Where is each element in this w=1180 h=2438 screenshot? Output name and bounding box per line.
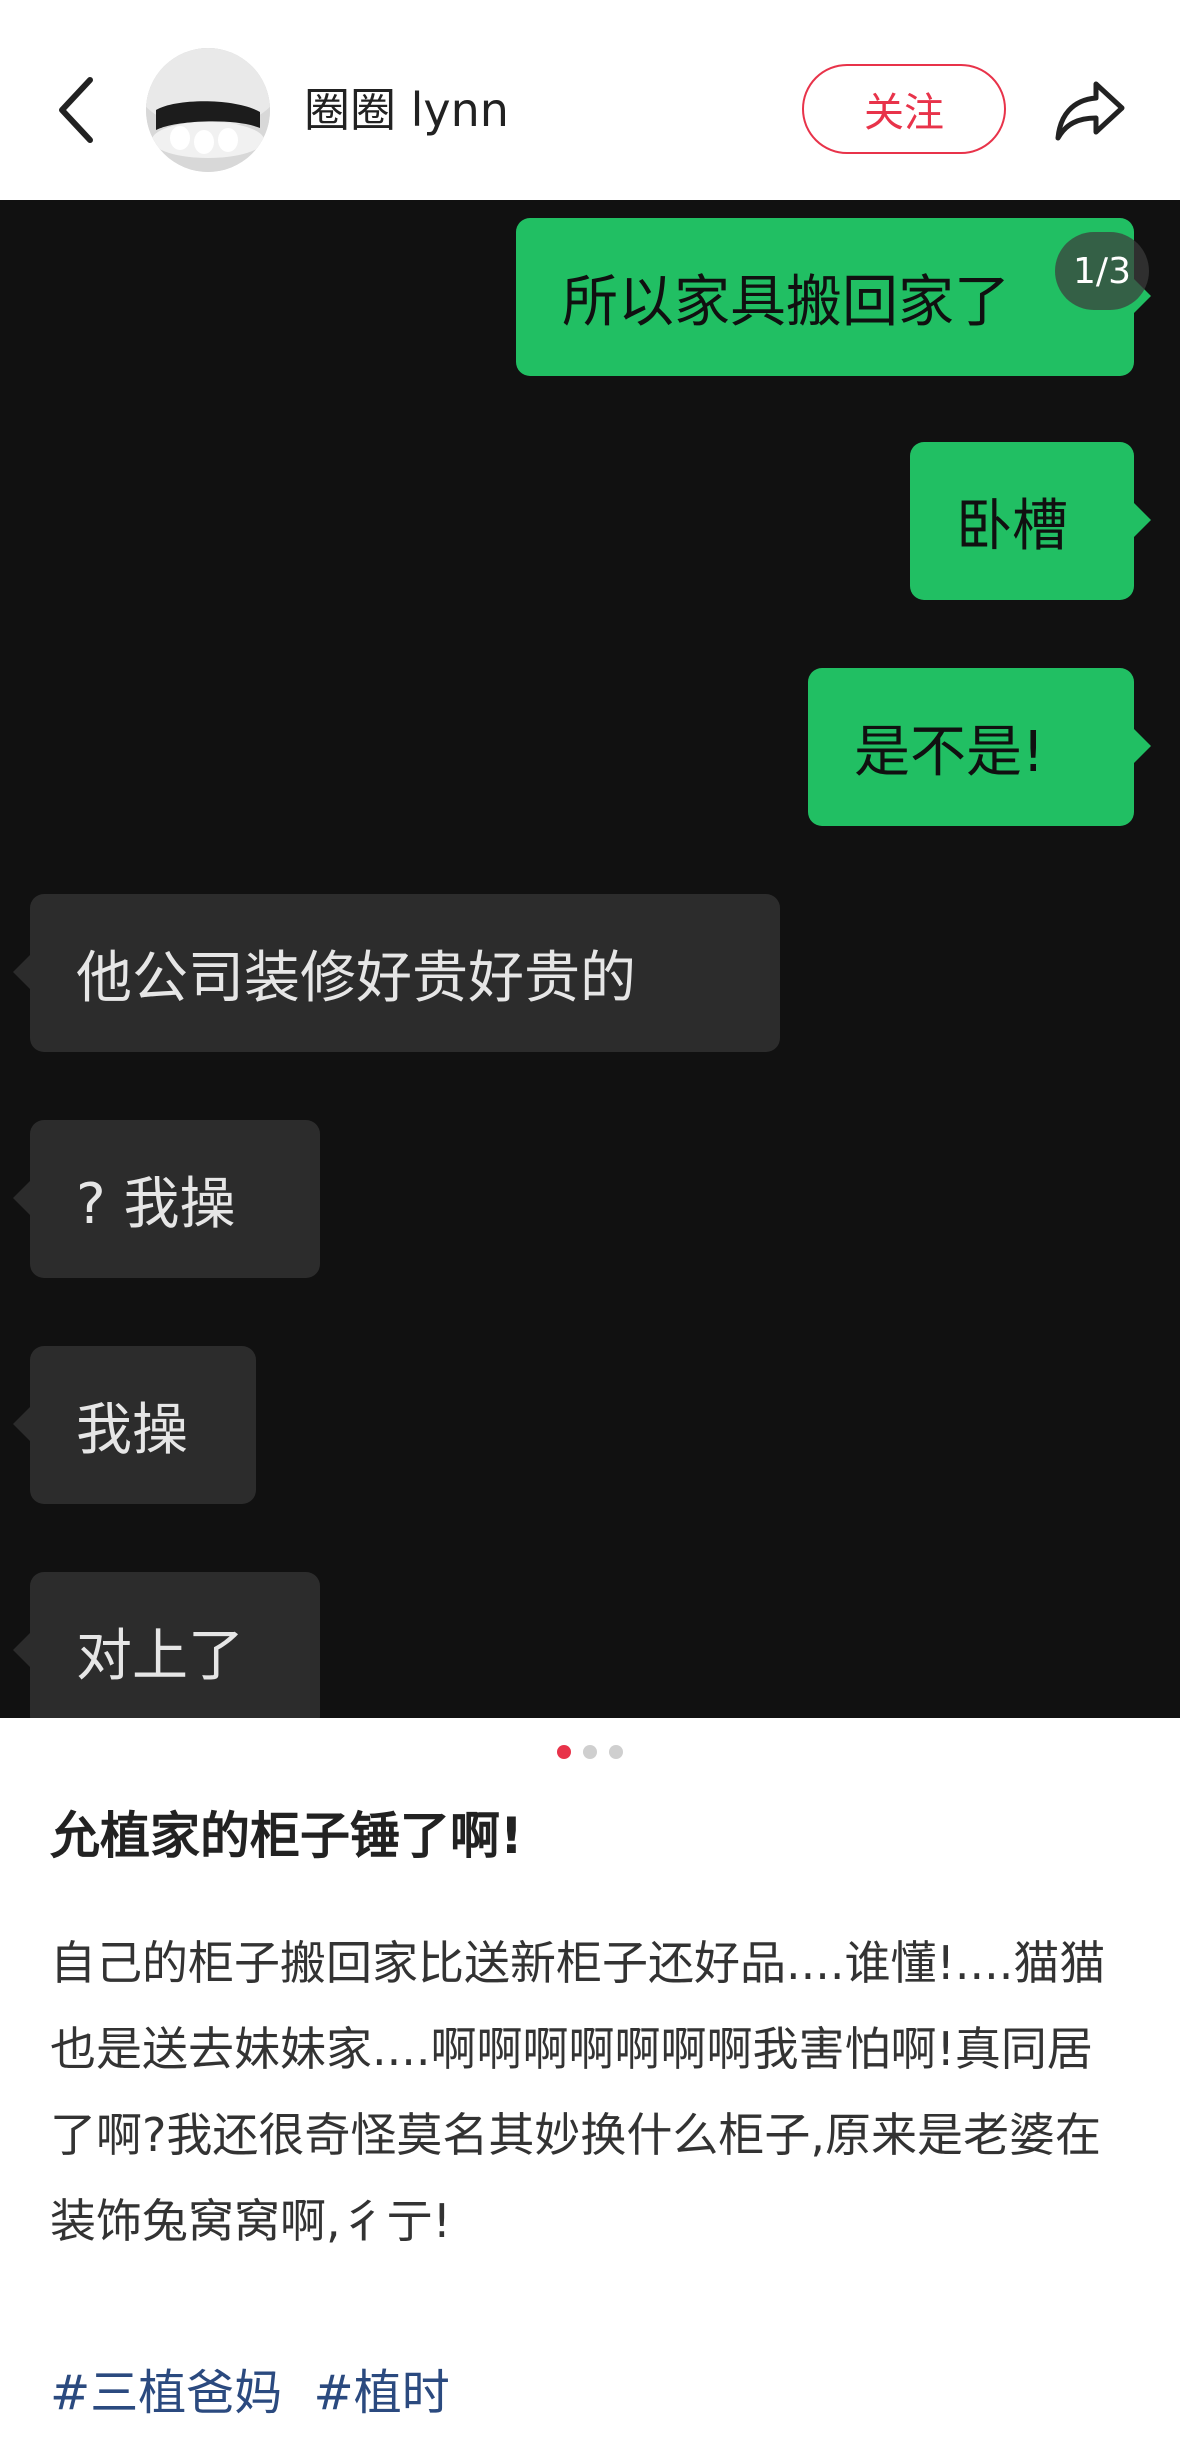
page-counter: 1/3 <box>1055 232 1149 310</box>
post-tags: #三植爸妈 #植时 <box>50 2358 1130 2428</box>
chat-bubble-sent: 卧槽 <box>910 442 1151 600</box>
back-button[interactable] <box>50 70 110 150</box>
hashtag-link[interactable]: #植时 <box>314 2365 450 2421</box>
post-image-carousel[interactable]: 所以家具搬回家了 卧槽 是不是! 他公司装修好贵好贵的 ? 我操 我操 对上了 … <box>0 200 1180 1718</box>
hashtag-link[interactable]: #三植爸妈 <box>50 2365 282 2421</box>
share-arrow-icon <box>1055 81 1125 141</box>
username[interactable]: 圈圈 lynn <box>304 78 509 142</box>
post-title: 允植家的柜子锤了啊! <box>50 1807 523 1865</box>
post-header: 圈圈 lynn 关注 <box>0 0 1180 200</box>
chat-bubble-received: 他公司装修好贵好贵的 <box>13 894 780 1052</box>
share-button[interactable] <box>1050 70 1130 150</box>
follow-button[interactable]: 关注 <box>802 64 1006 154</box>
chat-bubble-received: 我操 <box>13 1346 256 1504</box>
carousel-dot[interactable] <box>583 1745 597 1759</box>
chat-bubble-sent: 所以家具搬回家了 <box>516 218 1151 376</box>
chat-bubble-received: ? 我操 <box>13 1120 320 1278</box>
post-body: 自己的柜子搬回家比送新柜子还好品....谁懂!....猫猫也是送去妹妹家....… <box>50 1936 1106 2248</box>
chevron-left-icon <box>59 77 93 143</box>
chat-bubble-sent: 是不是! <box>808 668 1151 826</box>
carousel-dot[interactable] <box>609 1745 623 1759</box>
carousel-dot-active[interactable] <box>557 1745 571 1759</box>
chat-bubble-received: 对上了 <box>13 1572 320 1718</box>
carousel-indicator <box>0 1745 1180 1765</box>
avatar-image <box>146 48 270 172</box>
avatar[interactable] <box>146 48 270 172</box>
